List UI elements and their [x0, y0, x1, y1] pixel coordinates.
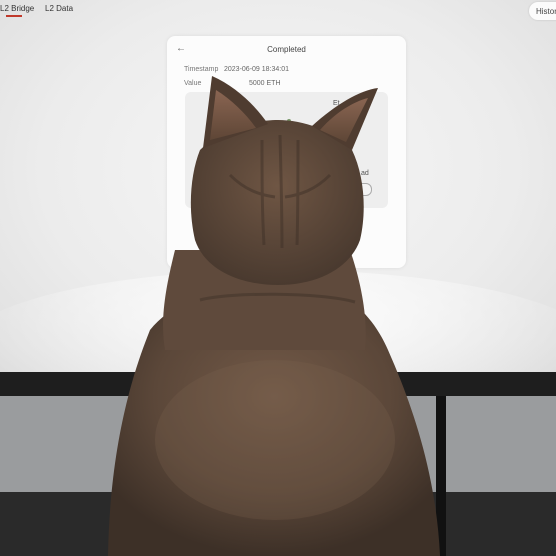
cat-head: [190, 120, 364, 285]
photo-scene: L2 Bridge L2 Data Histor ← Completed Tim…: [0, 0, 556, 556]
cat-silhouette: [108, 76, 440, 556]
cat-back-highlight: [155, 360, 395, 520]
